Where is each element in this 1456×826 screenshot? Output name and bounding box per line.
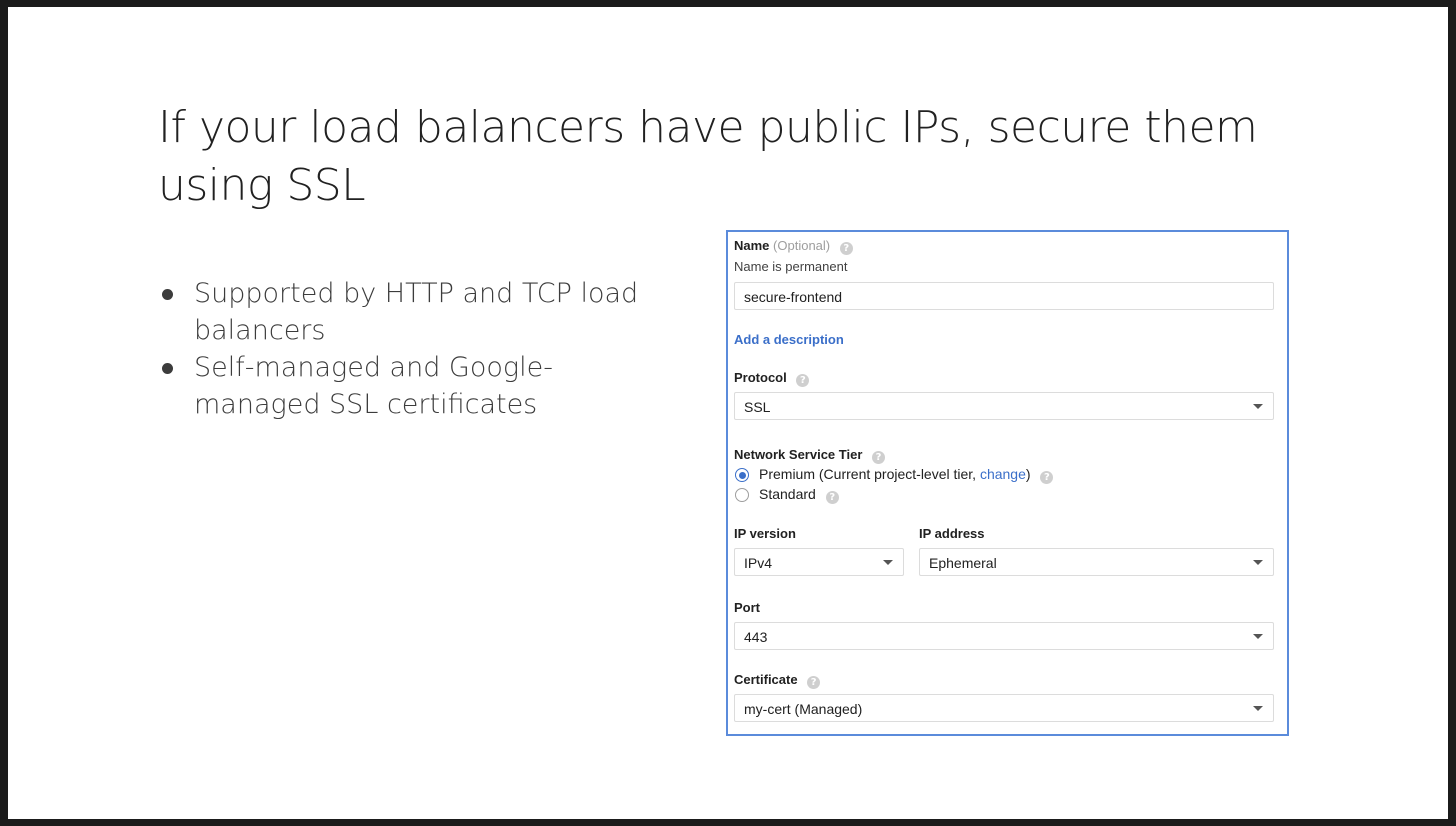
certificate-select-value: my-cert (Managed) xyxy=(744,701,863,717)
ip-address-label: IP address xyxy=(919,526,985,541)
port-label: Port xyxy=(734,600,760,615)
port-select-value: 443 xyxy=(744,629,768,645)
name-hint: Name is permanent xyxy=(734,259,848,274)
protocol-help-icon[interactable]: ? xyxy=(796,374,810,387)
slide: If your load balancers have public IPs, … xyxy=(8,7,1448,819)
name-input-value: secure-frontend xyxy=(744,289,843,305)
certificate-select[interactable]: my-cert (Managed) xyxy=(734,694,1274,722)
ip-address-select-value: Ephemeral xyxy=(929,555,997,571)
chevron-down-icon xyxy=(1253,634,1263,639)
chevron-down-icon xyxy=(1253,404,1263,409)
certificate-help-icon[interactable]: ? xyxy=(807,676,821,689)
chevron-down-icon xyxy=(1253,560,1263,565)
name-label: Name xyxy=(734,238,770,253)
bullet-list: Supported by HTTP and TCP load balancers… xyxy=(158,275,678,423)
bullet-item: Supported by HTTP and TCP load balancers xyxy=(158,275,678,349)
protocol-label: Protocol xyxy=(734,370,787,385)
bullet-dot-icon xyxy=(162,289,173,300)
premium-tier-label-row: Premium (Current project-level tier, cha… xyxy=(759,466,1054,484)
ip-version-label: IP version xyxy=(734,526,796,541)
standard-tier-label-row: Standard ? xyxy=(759,486,839,504)
bullet-dot-icon xyxy=(162,363,173,374)
ip-version-select[interactable]: IPv4 xyxy=(734,548,904,576)
bullet-item: Self-managed and Google-managed SSL cert… xyxy=(158,349,678,423)
name-label-row: Name (Optional) ? xyxy=(734,238,853,255)
network-tier-label-row: Network Service Tier ? xyxy=(734,447,886,464)
ip-address-select[interactable]: Ephemeral xyxy=(919,548,1274,576)
name-optional-tag: (Optional) xyxy=(773,238,831,253)
chevron-down-icon xyxy=(1253,706,1263,711)
network-tier-label: Network Service Tier xyxy=(734,447,863,462)
premium-tier-radio[interactable] xyxy=(735,468,749,482)
network-tier-help-icon[interactable]: ? xyxy=(872,451,886,464)
protocol-select-value: SSL xyxy=(744,399,771,415)
port-select[interactable]: 443 xyxy=(734,622,1274,650)
certificate-label: Certificate xyxy=(734,672,798,687)
standard-tier-radio[interactable] xyxy=(735,488,749,502)
standard-tier-help-icon[interactable]: ? xyxy=(825,491,839,504)
premium-tier-label: Premium (Current project-level tier, xyxy=(759,466,980,482)
premium-tier-label-end: ) xyxy=(1025,466,1031,482)
certificate-label-row: Certificate ? xyxy=(734,672,821,689)
name-input[interactable]: secure-frontend xyxy=(734,282,1274,310)
premium-tier-help-icon[interactable]: ? xyxy=(1040,471,1054,484)
name-help-icon[interactable]: ? xyxy=(839,242,853,255)
frontend-config-form: Name (Optional) ? Name is permanent secu… xyxy=(726,230,1289,736)
slide-title: If your load balancers have public IPs, … xyxy=(158,102,1258,211)
ip-version-select-value: IPv4 xyxy=(744,555,773,571)
protocol-label-row: Protocol ? xyxy=(734,370,810,387)
bullet-text: Supported by HTTP and TCP load balancers xyxy=(194,278,639,346)
standard-tier-label: Standard xyxy=(759,486,816,502)
bullet-text: Self-managed and Google-managed SSL cert… xyxy=(194,352,553,420)
chevron-down-icon xyxy=(883,560,893,565)
protocol-select[interactable]: SSL xyxy=(734,392,1274,420)
add-description-link[interactable]: Add a description xyxy=(734,332,844,347)
change-tier-link[interactable]: change xyxy=(980,466,1026,482)
